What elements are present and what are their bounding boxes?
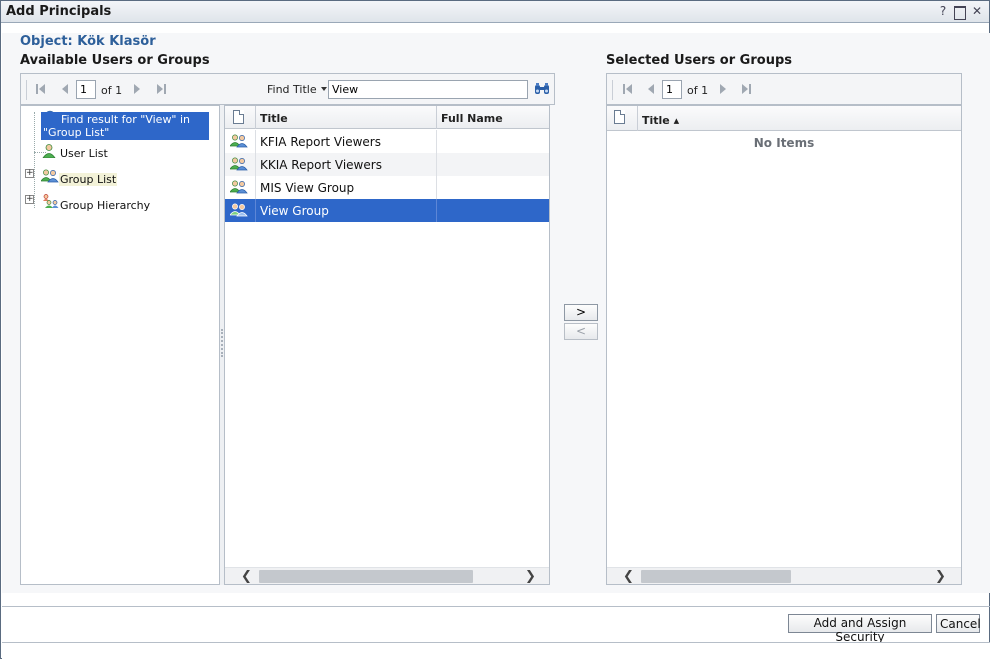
binoculars-search-icon[interactable] bbox=[534, 82, 550, 96]
chevron-down-icon bbox=[320, 87, 327, 91]
horizontal-scrollbar[interactable]: ❮ ❯ bbox=[225, 567, 549, 584]
user-icon bbox=[42, 144, 56, 158]
available-section-title: Available Users or Groups bbox=[20, 53, 210, 68]
grid-header: Title Full Name bbox=[225, 106, 549, 129]
scroll-thumb[interactable] bbox=[259, 570, 473, 583]
row-full-name bbox=[437, 130, 549, 153]
first-page-icon[interactable] bbox=[621, 83, 633, 95]
row-title: KFIA Report Viewers bbox=[256, 130, 437, 153]
grid-row[interactable]: MIS View Group bbox=[225, 176, 549, 199]
next-page-icon[interactable] bbox=[717, 83, 729, 95]
group-icon bbox=[41, 169, 59, 183]
footer-divider bbox=[2, 606, 990, 607]
page-count: of 1 bbox=[687, 84, 709, 97]
document-icon bbox=[614, 110, 625, 124]
prev-page-icon[interactable] bbox=[645, 83, 657, 95]
tree-item-find-result[interactable]: Find result for "View" in "Group List" bbox=[41, 112, 209, 140]
grid-row[interactable]: KFIA Report Viewers bbox=[225, 130, 549, 153]
available-grid: Title Full Name KFIA Report Viewers KKIA… bbox=[224, 105, 550, 585]
last-page-icon[interactable] bbox=[155, 83, 167, 95]
maximize-icon[interactable] bbox=[954, 4, 966, 20]
add-principals-dialog: Add Principals ? ✕ Object: Kök Klasör Av… bbox=[0, 0, 990, 659]
dialog-title: Add Principals bbox=[6, 4, 112, 19]
tree-item-group-list[interactable]: Group List bbox=[59, 173, 118, 186]
last-page-icon[interactable] bbox=[740, 83, 752, 95]
principal-tree: Find result for "View" in "Group List" U… bbox=[20, 105, 220, 585]
row-title: MIS View Group bbox=[256, 176, 437, 199]
type-column-header[interactable] bbox=[607, 106, 638, 131]
title-column-header[interactable]: Title bbox=[256, 106, 437, 129]
page-number-input[interactable]: 1 bbox=[662, 80, 682, 99]
scroll-left-icon[interactable]: ❮ bbox=[241, 569, 252, 584]
fullname-column-header[interactable]: Full Name bbox=[437, 106, 549, 129]
find-field-label: Find Title bbox=[267, 83, 317, 96]
group-icon bbox=[230, 203, 248, 217]
grid-row-selected[interactable]: View Group bbox=[225, 199, 549, 222]
selected-grid: Title ▴ No Items ❮ ❯ bbox=[606, 105, 962, 585]
scroll-right-icon[interactable]: ❯ bbox=[935, 569, 946, 584]
horizontal-scrollbar[interactable]: ❮ ❯ bbox=[607, 567, 961, 584]
group-icon bbox=[230, 157, 248, 171]
expand-group-hierarchy-icon[interactable]: + bbox=[25, 195, 34, 204]
add-selected-button[interactable]: > bbox=[564, 304, 598, 321]
document-icon bbox=[233, 110, 244, 124]
add-and-assign-security-button[interactable]: Add and Assign Security bbox=[788, 614, 932, 644]
title-column-header[interactable]: Title ▴ bbox=[638, 106, 961, 131]
close-icon[interactable]: ✕ bbox=[971, 4, 983, 18]
type-column-header[interactable] bbox=[225, 106, 256, 129]
tree-item-group-hierarchy[interactable]: Group Hierarchy bbox=[60, 199, 150, 212]
remove-selected-button[interactable]: < bbox=[564, 323, 598, 340]
empty-message: No Items bbox=[753, 136, 815, 150]
group-icon bbox=[230, 180, 248, 194]
find-input[interactable]: View bbox=[328, 80, 528, 99]
object-label: Object: Kök Klasör bbox=[20, 34, 156, 49]
page-number-input[interactable]: 1 bbox=[76, 80, 96, 99]
title-bar[interactable]: Add Principals ? ✕ bbox=[1, 1, 989, 23]
selected-section-title: Selected Users or Groups bbox=[606, 53, 792, 68]
row-full-name bbox=[437, 153, 549, 176]
first-page-icon[interactable] bbox=[34, 83, 46, 95]
tree-item-label: Find result for "View" in "Group List" bbox=[43, 113, 191, 139]
tree-item-user-list[interactable]: User List bbox=[60, 147, 108, 160]
scroll-thumb[interactable] bbox=[641, 570, 791, 583]
next-page-icon[interactable] bbox=[131, 83, 143, 95]
status-bar bbox=[2, 642, 990, 659]
row-title: View Group bbox=[256, 199, 437, 222]
row-full-name bbox=[437, 176, 549, 199]
prev-page-icon[interactable] bbox=[59, 83, 71, 95]
splitter-grip[interactable] bbox=[221, 329, 223, 357]
row-title: KKIA Report Viewers bbox=[256, 153, 437, 176]
grid-header: Title ▴ bbox=[607, 106, 961, 131]
cancel-button[interactable]: Cancel bbox=[936, 614, 981, 633]
grid-row[interactable]: KKIA Report Viewers bbox=[225, 153, 549, 176]
scroll-right-icon[interactable]: ❯ bbox=[525, 569, 536, 584]
selected-toolbar: 1 of 1 bbox=[606, 73, 962, 105]
find-field-dropdown[interactable]: Find Title bbox=[267, 83, 327, 96]
scroll-left-icon[interactable]: ❮ bbox=[623, 569, 634, 584]
help-icon[interactable]: ? bbox=[937, 4, 949, 18]
page-count: of 1 bbox=[101, 84, 123, 97]
available-toolbar: 1 of 1 Find Title View bbox=[20, 73, 555, 105]
group-hierarchy-icon bbox=[43, 194, 59, 208]
row-full-name bbox=[437, 199, 549, 222]
expand-group-list-icon[interactable]: + bbox=[25, 169, 34, 178]
group-icon bbox=[230, 134, 248, 148]
